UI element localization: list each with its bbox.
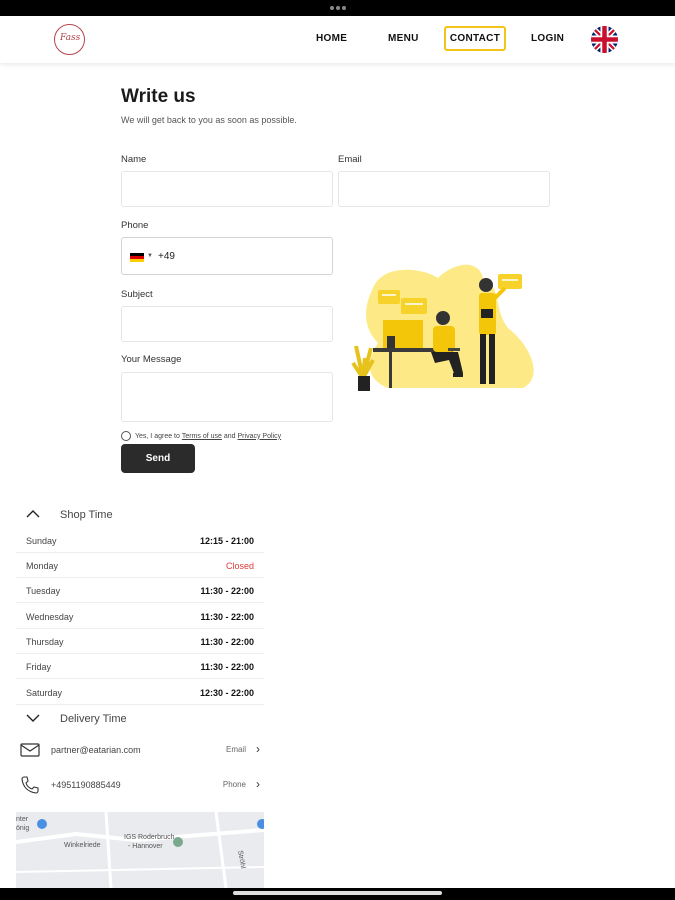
nav-login[interactable]: LOGIN	[531, 33, 564, 44]
hours-time: 11:30 - 22:00	[200, 612, 254, 622]
chevron-right-icon: ›	[256, 742, 260, 756]
chevron-up-icon	[26, 509, 44, 521]
hours-row: Monday Closed	[16, 553, 264, 578]
shop-time-heading: Shop Time	[60, 509, 113, 521]
email-action: Email	[225, 745, 246, 754]
consent-checkbox[interactable]	[121, 431, 131, 441]
phone-contact-row[interactable]: +4951190885449 Phone ›	[16, 770, 264, 800]
screen: Fass HOME MENU CONTACT LOGIN Write us We…	[0, 16, 675, 888]
subject-field[interactable]	[121, 306, 333, 342]
email-label: Email	[338, 154, 362, 165]
chevron-down-icon	[26, 714, 44, 725]
phone-action: Phone	[222, 780, 246, 789]
nav-home[interactable]: HOME	[316, 33, 347, 44]
privacy-link[interactable]: Privacy Policy	[238, 433, 282, 440]
hours-time: 11:30 - 22:00	[200, 586, 254, 596]
consent-and: and	[223, 432, 236, 440]
hours-time: 11:30 - 22:00	[200, 637, 254, 647]
email-field[interactable]	[338, 171, 550, 207]
hours-day: Saturday	[26, 688, 63, 698]
hours-row: Tuesday 11:30 - 22:00	[16, 578, 264, 603]
logo-text: Fass	[60, 33, 81, 43]
chevron-right-icon: ›	[256, 777, 260, 791]
page-title: Write us	[121, 86, 196, 107]
hours-day: Friday	[26, 662, 52, 672]
multitask-dots[interactable]	[330, 6, 346, 10]
phone-field[interactable]: ▼ +49	[121, 237, 333, 275]
home-indicator[interactable]	[233, 891, 442, 895]
map-label: Winkelriede	[64, 842, 101, 849]
bottom-bar	[0, 888, 675, 900]
phone-code: +49	[158, 251, 175, 262]
uk-flag-icon[interactable]	[591, 26, 618, 53]
hours-day: Wednesday	[26, 612, 74, 622]
consent-row: Yes, I agree to Terms of use and Privacy…	[121, 431, 281, 441]
delivery-time-toggle[interactable]: Delivery Time	[26, 713, 127, 725]
name-field[interactable]	[121, 171, 333, 207]
hours-time: 12:15 - 21:00	[199, 536, 254, 546]
map-label: IGS Roderbruch	[124, 834, 175, 841]
phone-label: Phone	[121, 220, 149, 231]
page-subtitle: We will get back to you as soon as possi…	[121, 115, 297, 125]
message-field[interactable]	[121, 372, 333, 422]
hours-row: Friday 11:30 - 22:00	[16, 654, 264, 679]
name-label: Name	[121, 154, 147, 165]
delivery-time-heading: Delivery Time	[60, 713, 127, 725]
map-label: - Hannover	[128, 843, 163, 850]
hours-day: Thursday	[26, 637, 64, 647]
consent-prefix: Yes, I agree to	[135, 432, 180, 440]
logo[interactable]: Fass	[54, 24, 85, 55]
hours-day: Monday	[26, 561, 59, 571]
subject-label: Subject	[121, 289, 153, 300]
mail-icon	[20, 740, 40, 760]
hours-time: Closed	[225, 561, 254, 571]
location-map[interactable]: nter önig Winkelriede IGS Roderbruch - H…	[16, 812, 264, 888]
hours-day: Tuesday	[26, 586, 61, 596]
hours-day: Sunday	[26, 536, 57, 546]
nav-menu[interactable]: MENU	[388, 33, 419, 44]
hours-row: Thursday 11:30 - 22:00	[16, 629, 264, 654]
nav-contact[interactable]: CONTACT	[444, 26, 506, 51]
chevron-down-icon[interactable]: ▼	[147, 253, 153, 259]
status-bar	[0, 0, 675, 16]
terms-link[interactable]: Terms of use	[182, 433, 222, 440]
support-team-illustration	[343, 248, 543, 393]
phone-icon	[20, 775, 40, 795]
message-label: Your Message	[121, 354, 182, 365]
email-contact-row[interactable]: partner@eatarian.com Email ›	[16, 735, 264, 765]
phone-value: +4951190885449	[51, 780, 121, 790]
email-value: partner@eatarian.com	[51, 745, 141, 755]
hours-row: Saturday 12:30 - 22:00	[16, 680, 264, 705]
hours-time: 12:30 - 22:00	[199, 688, 254, 698]
hours-row: Wednesday 11:30 - 22:00	[16, 604, 264, 629]
map-label: önig	[16, 825, 30, 832]
germany-flag-icon[interactable]	[130, 253, 144, 262]
send-button[interactable]: Send	[121, 444, 195, 473]
map-label: nter	[16, 816, 29, 823]
hours-row: Sunday 12:15 - 21:00	[16, 528, 264, 553]
shop-time-toggle[interactable]: Shop Time	[26, 509, 113, 521]
header: Fass HOME MENU CONTACT LOGIN	[0, 16, 675, 63]
hours-time: 11:30 - 22:00	[200, 662, 254, 672]
